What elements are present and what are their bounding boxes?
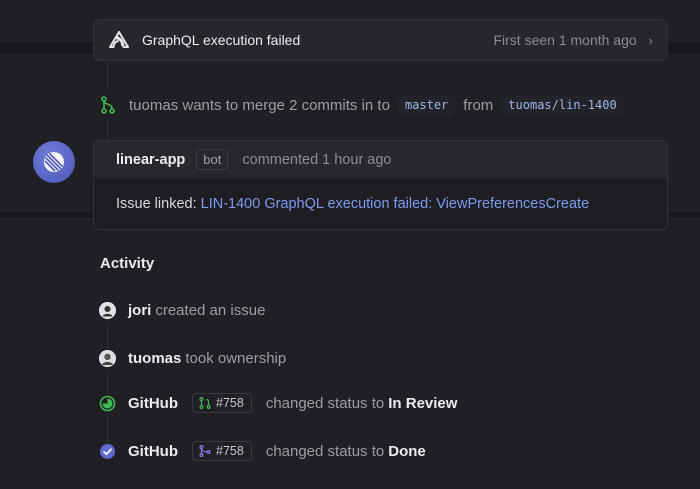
sentry-issue-card[interactable]: GraphQL execution failed First seen 1 mo… — [93, 19, 668, 61]
pull-request-number: #758 — [216, 444, 244, 458]
activity-text: took ownership — [185, 349, 287, 367]
pull-request-number: #758 — [216, 396, 244, 410]
sentry-first-seen: First seen 1 month ago — [493, 32, 637, 48]
user-avatar-icon — [99, 301, 116, 319]
activity-status: Done — [388, 442, 426, 460]
merge-text: tuomas wants to merge 2 commits in to — [129, 96, 390, 114]
timeline-connector — [107, 322, 108, 348]
git-pull-request-icon — [199, 397, 211, 409]
head-branch[interactable]: tuomas/lin-1400 — [501, 95, 624, 115]
comment-author[interactable]: linear-app — [116, 152, 185, 168]
activity-heading: Activity — [100, 255, 155, 272]
activity-item: tuomas took ownership — [99, 346, 286, 370]
comment-card: linear-app bot commented 1 hour ago Issu… — [93, 140, 668, 230]
sentry-issue-title: GraphQL execution failed — [142, 32, 301, 48]
activity-actor[interactable]: jori — [128, 302, 151, 319]
activity-item: GitHub #758 changed status to Done — [99, 439, 426, 463]
comment-body: Issue linked: LIN-1400 GraphQL execution… — [94, 178, 667, 212]
base-branch[interactable]: master — [397, 95, 456, 115]
sentry-icon — [108, 29, 130, 51]
activity-actor[interactable]: GitHub — [128, 395, 178, 412]
comment-body-prefix: Issue linked: — [116, 196, 197, 212]
git-merged-icon — [199, 445, 211, 457]
comment-timestamp: commented 1 hour ago — [242, 151, 392, 168]
chevron-right-icon[interactable]: › — [649, 33, 653, 48]
activity-text: changed status to — [265, 394, 385, 412]
activity-item: jori created an issue — [99, 298, 265, 322]
activity-status: In Review — [388, 394, 458, 412]
linked-issue-link[interactable]: LIN-1400 GraphQL execution failed: ViewP… — [201, 196, 590, 212]
linear-app-avatar — [33, 141, 75, 183]
merge-event: tuomas wants to merge 2 commits in to ma… — [101, 92, 632, 118]
pull-request-badge[interactable]: #758 — [192, 441, 252, 461]
git-merge-icon — [101, 96, 115, 114]
activity-text: created an issue — [155, 301, 266, 319]
comment-header: linear-app bot commented 1 hour ago — [94, 141, 667, 178]
done-status-icon — [99, 443, 116, 460]
pull-request-badge[interactable]: #758 — [192, 393, 252, 413]
user-avatar-icon — [99, 349, 116, 367]
bot-badge: bot — [196, 149, 229, 170]
timeline-connector — [107, 62, 108, 90]
activity-actor[interactable]: GitHub — [128, 443, 178, 460]
activity-item: GitHub #758 changed status to In Review — [99, 391, 457, 415]
timeline-connector — [107, 118, 108, 140]
activity-actor[interactable]: tuomas — [128, 350, 181, 367]
activity-text: changed status to — [265, 442, 385, 460]
merge-from-label: from — [463, 96, 494, 114]
linear-logo-icon — [44, 152, 64, 172]
in-review-status-icon — [99, 395, 116, 412]
